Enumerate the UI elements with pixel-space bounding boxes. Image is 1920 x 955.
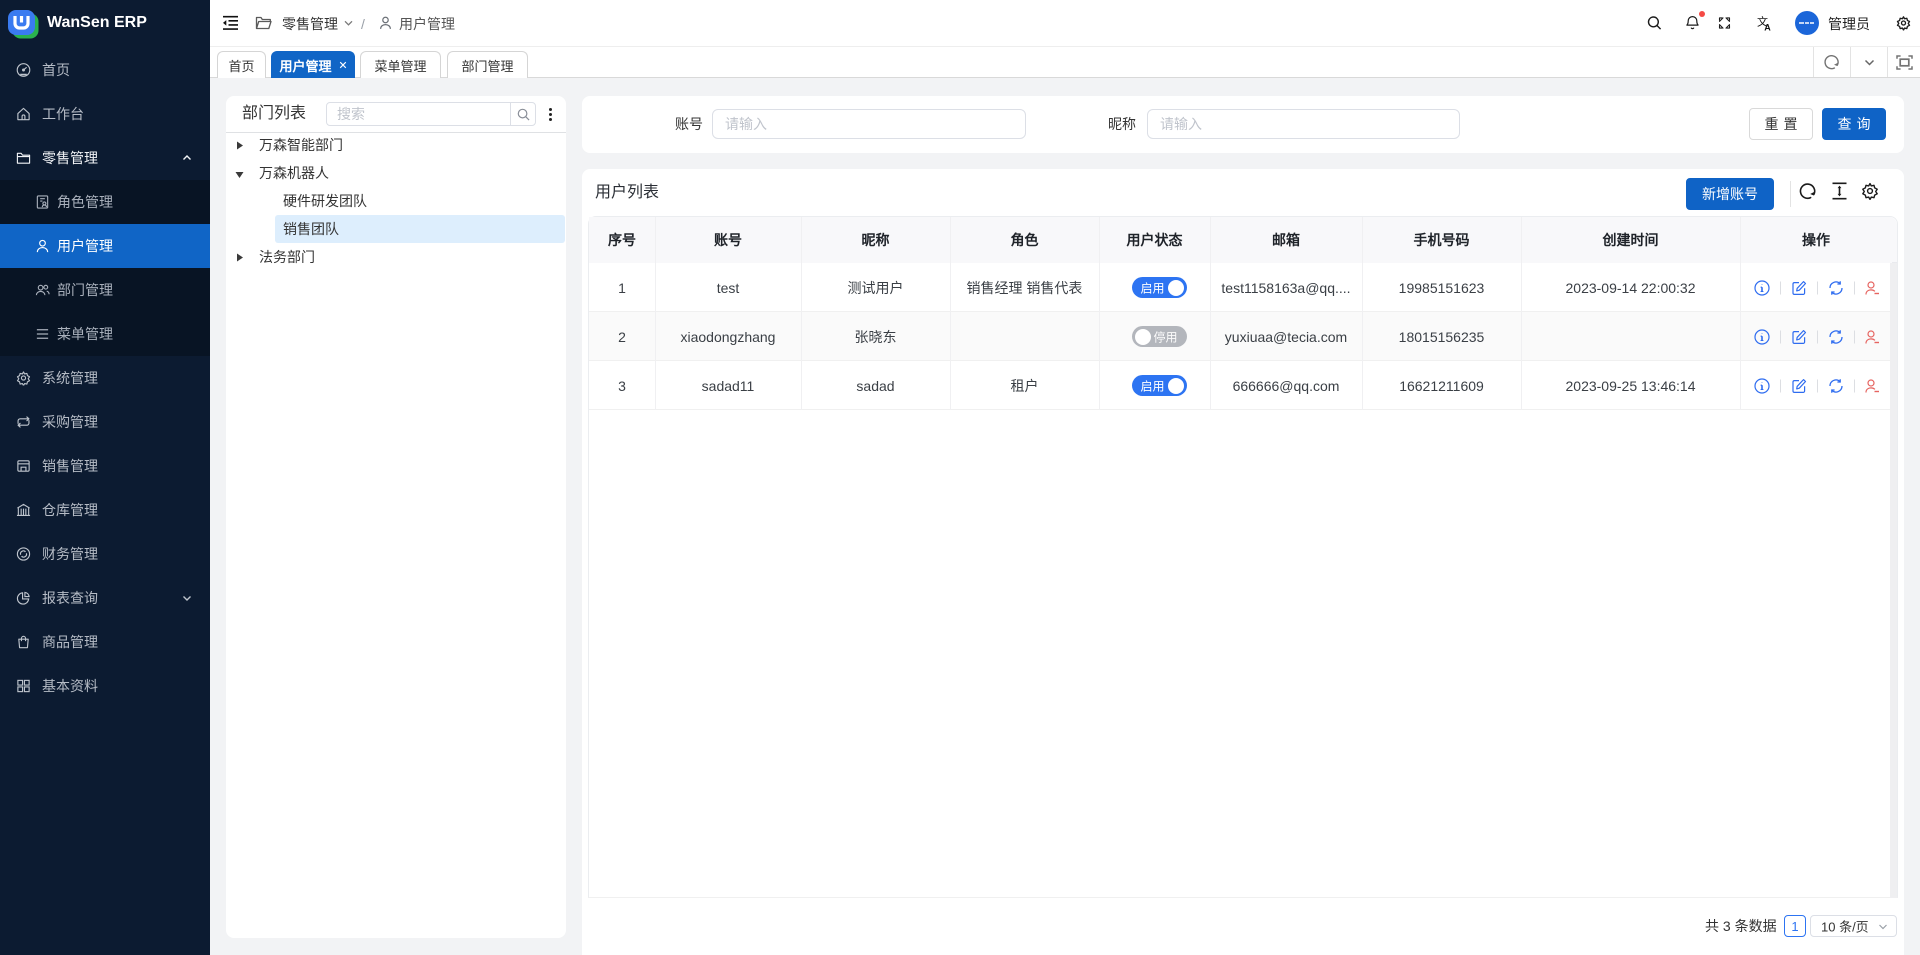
svg-text:A: A bbox=[1764, 23, 1771, 32]
